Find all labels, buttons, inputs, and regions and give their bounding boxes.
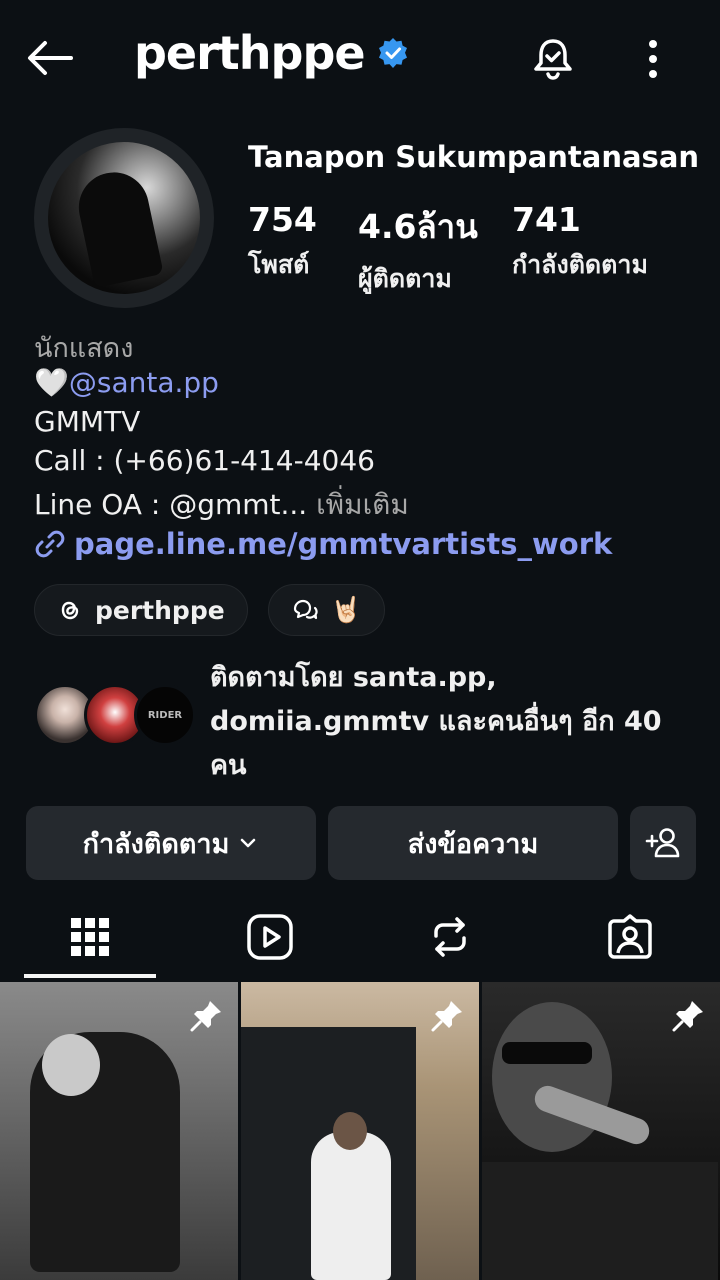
bio-line-lineoa: Line OA : @gmmt... เพิ่มเติม xyxy=(34,483,694,522)
chevron-down-icon xyxy=(241,838,256,848)
tab-tagged[interactable] xyxy=(590,902,670,972)
full-name: Tanapon Sukumpantanasan xyxy=(248,140,700,174)
posts-label: โพสต์ xyxy=(248,250,310,279)
top-bar: perthppe xyxy=(0,0,720,120)
pin-icon xyxy=(672,1001,703,1032)
profile-avatar[interactable] xyxy=(34,128,214,308)
threads-icon xyxy=(61,601,79,620)
pin-icon xyxy=(190,1001,221,1032)
following-label: กำลังติดตาม xyxy=(512,250,648,279)
add-person-icon xyxy=(645,828,680,858)
followers-count: 4.6ล้าน xyxy=(358,207,478,246)
verified-badge-icon xyxy=(378,38,407,68)
more-options-button[interactable] xyxy=(632,32,674,86)
lineoa-text: Line OA : @gmmt... xyxy=(34,488,308,521)
bio-line-gmmtv: GMMTV xyxy=(34,405,141,438)
bio-line-mention: 🤍@santa.pp xyxy=(34,366,694,405)
profile-tabs xyxy=(0,894,720,980)
stat-following[interactable]: 741 กำลังติดตาม xyxy=(512,200,648,285)
notifications-button[interactable] xyxy=(526,32,580,86)
following-button[interactable]: กำลังติดตาม xyxy=(26,806,316,880)
external-link[interactable]: page.line.me/gmmtvartists_work xyxy=(34,522,694,566)
tab-reposts[interactable] xyxy=(410,902,490,972)
note-emoji: 🤘🏻 xyxy=(330,595,362,624)
posts-count: 754 xyxy=(248,200,317,239)
grid-post[interactable] xyxy=(0,982,238,1280)
stat-followers[interactable]: 4.6ล้าน ผู้ติดตาม xyxy=(358,200,478,299)
santa-mention-link[interactable]: @santa.pp xyxy=(69,366,219,399)
profile-actions: กำลังติดตาม ส่งข้อความ xyxy=(26,806,696,880)
grid-post[interactable] xyxy=(241,982,479,1280)
grid-post[interactable] xyxy=(482,982,720,1280)
grid-icon xyxy=(71,918,109,956)
username-title: perthppe xyxy=(134,26,366,80)
active-tab-indicator xyxy=(24,974,156,978)
mutual-avatar-label: RIDER xyxy=(147,709,183,721)
mutual-avatar: RIDER xyxy=(134,684,196,746)
bio-line-call: Call : (+66)61-414-4046 xyxy=(34,444,375,477)
category-label: นักแสดง xyxy=(34,333,134,364)
reels-play-icon xyxy=(247,914,293,960)
profile-chips: perthppe 🤘🏻 xyxy=(34,584,385,636)
more-link[interactable]: เพิ่มเติม xyxy=(316,488,409,521)
note-chip[interactable]: 🤘🏻 xyxy=(267,584,385,636)
bell-check-icon xyxy=(534,39,572,80)
tagged-person-icon xyxy=(608,914,652,959)
followers-label: ผู้ติดตาม xyxy=(358,264,452,293)
mutual-avatars: RIDER xyxy=(34,684,196,748)
back-button[interactable] xyxy=(22,30,78,86)
threads-handle: perthppe xyxy=(95,595,225,625)
heart-emoji: 🤍 xyxy=(34,366,69,399)
external-link-text: page.line.me/gmmtvartists_work xyxy=(74,527,613,561)
following-count: 741 xyxy=(512,200,581,239)
message-button[interactable]: ส่งข้อความ xyxy=(328,806,618,880)
stat-posts[interactable]: 754 โพสต์ xyxy=(248,200,317,285)
back-arrow-icon xyxy=(28,41,73,75)
followed-by-text: ติดตามโดย santa.pp, domiia.gmmtv และคนอื… xyxy=(210,662,662,781)
tab-reels[interactable] xyxy=(230,902,310,972)
pin-icon xyxy=(431,1001,462,1032)
message-button-label: ส่งข้อความ xyxy=(407,828,539,860)
avatar-image xyxy=(48,142,200,294)
username-header: perthppe xyxy=(134,26,409,80)
bio: นักแสดง 🤍@santa.pp GMMTV Call : (+66)61-… xyxy=(34,326,694,566)
chat-bubbles-icon xyxy=(293,599,318,620)
following-button-label: กำลังติดตาม xyxy=(82,828,230,860)
tab-posts-grid[interactable] xyxy=(50,902,130,972)
suggested-people-button[interactable] xyxy=(630,806,696,880)
repost-icon xyxy=(434,917,466,957)
threads-chip[interactable]: perthppe xyxy=(34,584,248,636)
link-icon xyxy=(35,530,65,558)
posts-grid xyxy=(0,982,720,1280)
more-vertical-icon xyxy=(649,40,657,78)
